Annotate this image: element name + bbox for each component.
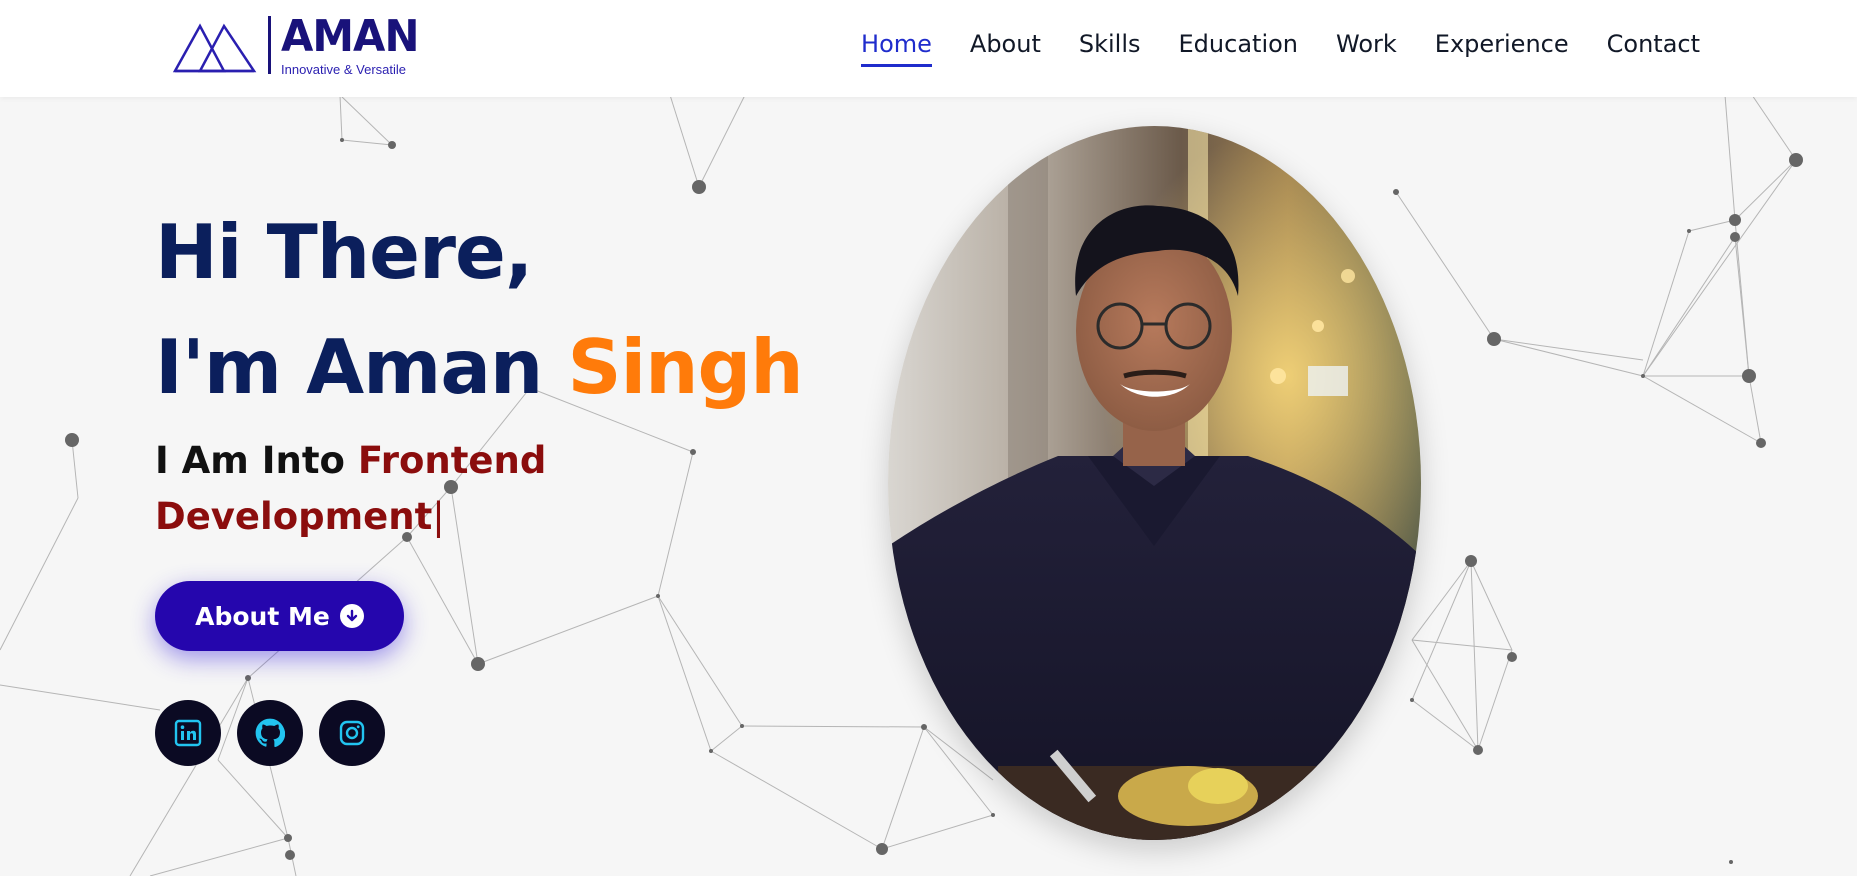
nav-item-about[interactable]: About [970, 30, 1041, 67]
arrow-down-circle-icon [339, 604, 364, 628]
linkedin-icon [174, 719, 202, 747]
main-nav: Home About Skills Education Work Experie… [861, 30, 1700, 67]
logo-tagline: Innovative & Versatile [281, 61, 407, 77]
instagram-icon [339, 720, 365, 746]
typed-role-text: I Am Into Frontend Development| [155, 433, 575, 545]
hero-section: Hi There, I'm Aman Singh I Am Into Front… [155, 205, 804, 545]
typed-prefix: I Am Into [155, 439, 358, 482]
about-me-label: About Me [195, 601, 330, 631]
hero-greeting: Hi There, [155, 208, 533, 296]
nav-item-work[interactable]: Work [1336, 30, 1397, 67]
site-logo[interactable]: AMAN Innovative & Versatile [172, 12, 426, 78]
nav-item-skills[interactable]: Skills [1079, 30, 1141, 67]
portrait-illustration [888, 126, 1421, 840]
hero-intro-prefix: I'm Aman [155, 323, 568, 411]
github-icon [255, 718, 285, 748]
social-links [155, 700, 385, 766]
logo-divider [268, 16, 271, 74]
mountain-logo-icon [172, 23, 257, 73]
nav-item-education[interactable]: Education [1179, 30, 1298, 67]
typing-cursor: | [432, 495, 445, 538]
nav-item-home[interactable]: Home [861, 30, 932, 67]
github-link[interactable] [237, 700, 303, 766]
instagram-link[interactable] [319, 700, 385, 766]
nav-item-contact[interactable]: Contact [1607, 30, 1700, 67]
site-header: AMAN Innovative & Versatile Home About S… [0, 0, 1857, 97]
logo-name: AMAN [281, 10, 419, 62]
logo-text: AMAN Innovative & Versatile [281, 10, 426, 77]
about-me-button[interactable]: About Me [155, 581, 404, 651]
linkedin-link[interactable] [155, 700, 221, 766]
profile-photo [888, 126, 1421, 840]
hero-name-highlight: Singh [567, 323, 803, 411]
hero-intro: I'm Aman Singh [155, 330, 804, 405]
nav-item-experience[interactable]: Experience [1435, 30, 1569, 67]
